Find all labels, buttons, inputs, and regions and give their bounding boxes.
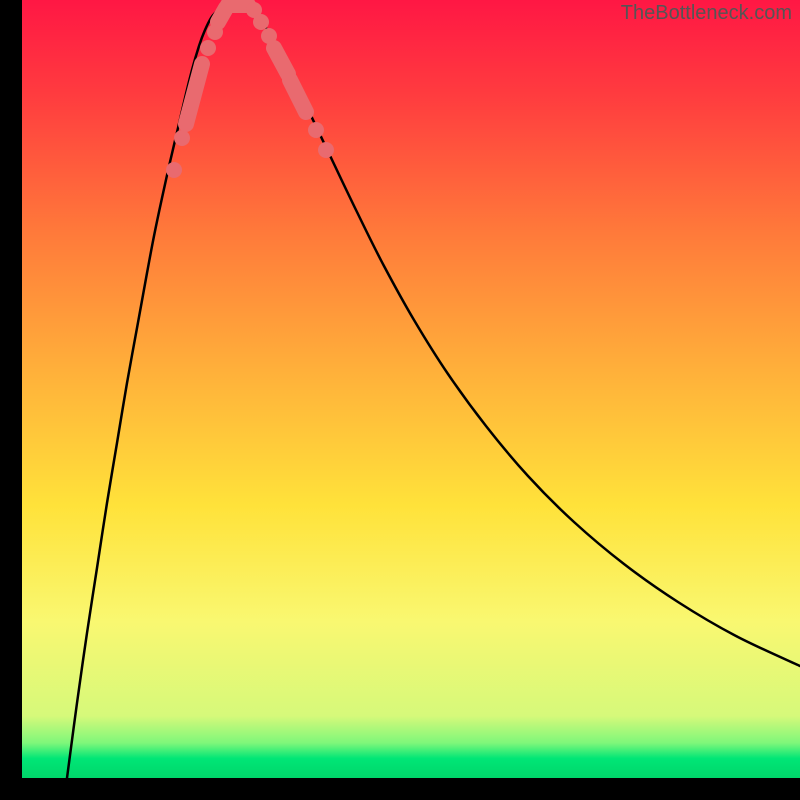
x-axis-bar <box>0 778 800 800</box>
data-markers <box>22 0 800 778</box>
y-axis-bar <box>0 0 22 800</box>
watermark-text: TheBottleneck.com <box>621 2 792 25</box>
plot-area <box>22 0 800 778</box>
